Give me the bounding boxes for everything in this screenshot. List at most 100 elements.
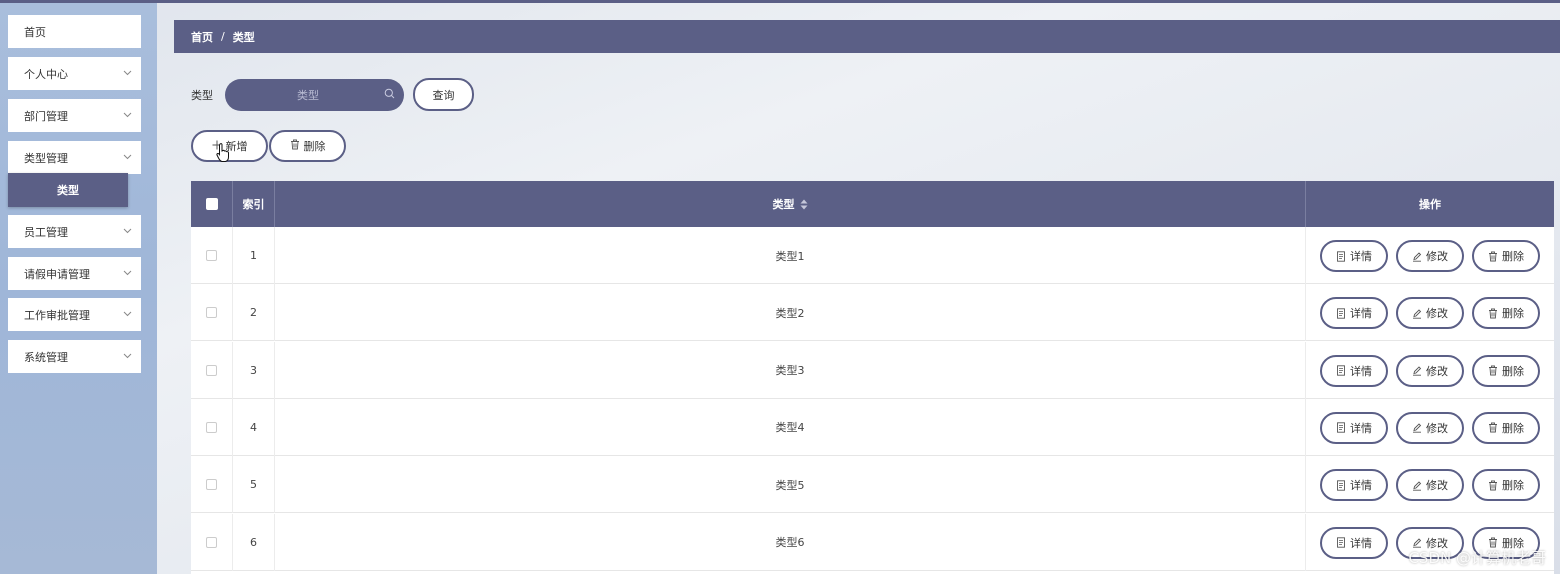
trash-icon <box>1488 480 1498 491</box>
row-edit-label: 修改 <box>1426 307 1448 321</box>
watermark: CSDN @计算机老哥 <box>1408 549 1546 567</box>
row-index: 5 <box>233 456 275 514</box>
table-row: 6 类型6 详情 修改 删除 <box>191 513 1554 571</box>
row-select-cell[interactable] <box>191 513 233 571</box>
query-button-label: 查询 <box>432 88 455 102</box>
breadcrumb-current: 类型 <box>232 30 255 44</box>
row-detail-button[interactable]: 详情 <box>1320 526 1388 559</box>
table-row: 4 类型4 详情 修改 删除 <box>191 398 1554 456</box>
header-type-label: 类型 <box>772 198 795 211</box>
document-icon <box>1336 537 1346 548</box>
top-accent-line <box>0 0 1560 3</box>
trash-icon <box>1488 308 1498 319</box>
sidebar-item-leave-requests[interactable]: 请假申请管理 <box>8 257 141 290</box>
row-type: 类型2 <box>275 284 1306 342</box>
row-checkbox[interactable] <box>206 307 217 319</box>
table-header: 索引 类型 操作 <box>191 181 1554 227</box>
sidebar-item-profile[interactable]: 个人中心 <box>8 57 141 90</box>
row-actions: 详情 修改 删除 <box>1306 284 1554 341</box>
row-type: 类型6 <box>275 513 1306 571</box>
row-detail-button[interactable]: 详情 <box>1320 411 1388 444</box>
sidebar-item-label: 系统管理 <box>24 350 68 364</box>
row-type: 类型5 <box>275 456 1306 514</box>
chevron-down-icon <box>122 351 132 361</box>
row-edit-button[interactable]: 修改 <box>1396 411 1464 444</box>
document-icon <box>1336 480 1346 491</box>
row-select-cell[interactable] <box>191 284 233 342</box>
row-actions: 详情 修改 删除 <box>1306 227 1554 284</box>
row-detail-label: 详情 <box>1350 250 1372 263</box>
row-delete-button[interactable]: 删除 <box>1472 469 1540 502</box>
row-index: 1 <box>233 227 275 284</box>
header-actions: 操作 <box>1419 198 1441 211</box>
sidebar-item-work-approvals[interactable]: 工作审批管理 <box>8 298 141 331</box>
row-type: 类型1 <box>275 227 1306 284</box>
sidebar-item-label: 首页 <box>24 25 46 39</box>
row-checkbox[interactable] <box>206 364 217 376</box>
row-delete-label: 删除 <box>1502 364 1524 378</box>
row-detail-button[interactable]: 详情 <box>1320 297 1388 330</box>
query-button[interactable]: 查询 <box>413 78 474 111</box>
sort-icon[interactable] <box>800 199 808 210</box>
sidebar-item-label: 个人中心 <box>24 67 68 81</box>
mouse-cursor-icon <box>216 143 230 166</box>
chevron-down-icon <box>122 110 132 120</box>
pencil-icon <box>1412 480 1422 491</box>
trash-icon <box>1488 422 1498 433</box>
sidebar-item-label: 类型管理 <box>24 151 68 165</box>
row-index: 6 <box>233 513 275 571</box>
breadcrumb-home[interactable]: 首页 <box>191 29 213 45</box>
sidebar-item-system[interactable]: 系统管理 <box>8 340 141 373</box>
row-checkbox[interactable] <box>206 479 217 491</box>
sidebar-item-label: 工作审批管理 <box>24 308 90 322</box>
row-edit-button[interactable]: 修改 <box>1396 469 1464 502</box>
row-detail-button[interactable]: 详情 <box>1320 354 1388 387</box>
header-index: 索引 <box>233 181 275 227</box>
sidebar-item-home[interactable]: 首页 <box>8 15 141 48</box>
row-checkbox[interactable] <box>206 536 217 548</box>
sidebar: 首页 个人中心 部门管理 类型管理 类型 员工管理 请假申请管理 工作审批管理 … <box>0 3 157 574</box>
search-input[interactable] <box>225 81 375 109</box>
row-delete-button[interactable]: 删除 <box>1472 411 1540 444</box>
sidebar-item-types[interactable]: 类型管理 <box>8 141 141 174</box>
row-select-cell[interactable] <box>191 227 233 284</box>
trash-icon <box>1488 251 1498 262</box>
row-detail-label: 详情 <box>1350 536 1372 550</box>
row-detail-button[interactable]: 详情 <box>1320 469 1388 502</box>
bulk-delete-button[interactable]: 删除 <box>269 130 346 162</box>
row-type: 类型4 <box>275 398 1306 456</box>
chevron-down-icon <box>122 268 132 278</box>
row-delete-button[interactable]: 删除 <box>1472 297 1540 330</box>
chevron-down-icon <box>122 152 132 162</box>
row-select-cell[interactable] <box>191 398 233 456</box>
header-type[interactable]: 类型 <box>275 181 1306 227</box>
row-delete-label: 删除 <box>1502 250 1524 263</box>
table-row: 5 类型5 详情 修改 删除 <box>191 456 1554 514</box>
row-edit-label: 修改 <box>1426 364 1448 378</box>
search-label: 类型 <box>191 89 213 102</box>
pencil-icon <box>1412 422 1422 434</box>
row-edit-button[interactable]: 修改 <box>1396 354 1464 387</box>
sidebar-item-employees[interactable]: 员工管理 <box>8 215 141 248</box>
row-detail-button[interactable]: 详情 <box>1320 240 1388 272</box>
chevron-down-icon <box>122 226 132 236</box>
row-edit-button[interactable]: 修改 <box>1396 240 1464 272</box>
select-all-checkbox[interactable] <box>205 198 218 210</box>
table-row: 1 类型1 详情 修改 删除 <box>191 227 1554 284</box>
row-checkbox[interactable] <box>206 421 217 433</box>
sidebar-subitem-type[interactable]: 类型 <box>8 173 128 207</box>
row-delete-button[interactable]: 删除 <box>1472 240 1540 272</box>
pencil-icon <box>1412 308 1422 319</box>
row-delete-label: 删除 <box>1502 421 1524 435</box>
row-edit-button[interactable]: 修改 <box>1396 297 1464 330</box>
row-checkbox[interactable] <box>206 250 217 261</box>
sidebar-item-departments[interactable]: 部门管理 <box>8 99 141 132</box>
header-select-all[interactable] <box>191 181 233 227</box>
row-type: 类型3 <box>275 341 1306 399</box>
row-delete-button[interactable]: 删除 <box>1472 354 1540 387</box>
search-box <box>225 79 404 111</box>
row-select-cell[interactable] <box>191 456 233 514</box>
row-select-cell[interactable] <box>191 341 233 399</box>
row-detail-label: 详情 <box>1350 364 1372 378</box>
trash-icon <box>290 139 300 153</box>
